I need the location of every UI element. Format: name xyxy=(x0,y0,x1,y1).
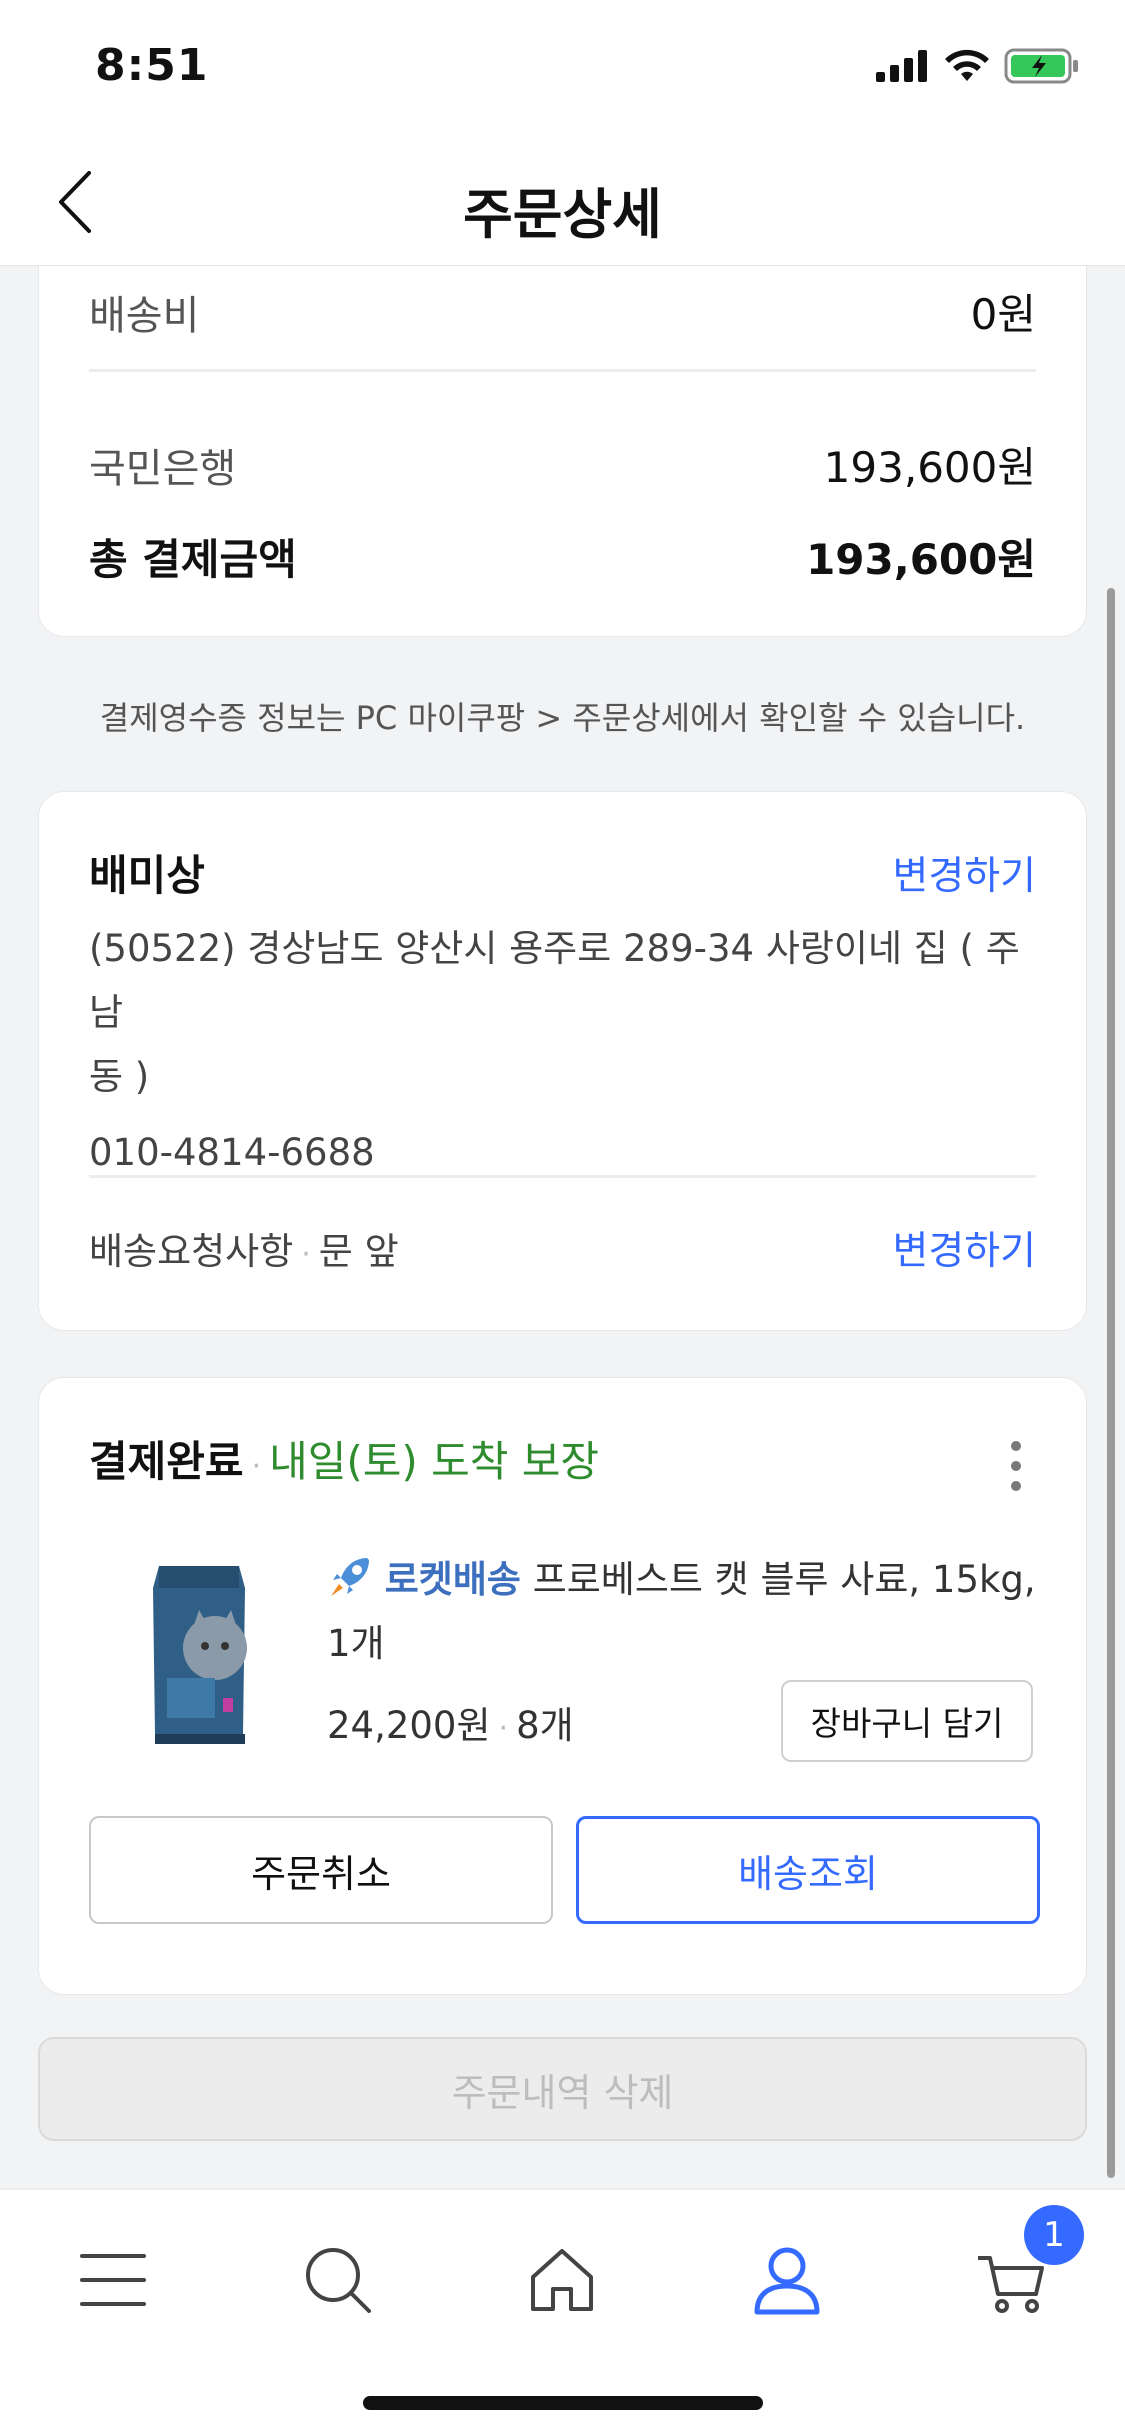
scrollbar[interactable] xyxy=(1107,588,1115,2178)
status-icons xyxy=(876,48,1080,84)
product-qty-line: 1개 xyxy=(327,1622,385,1665)
more-options-button[interactable] xyxy=(1006,1436,1026,1496)
product-image[interactable] xyxy=(119,1558,279,1758)
tab-my-account[interactable] xyxy=(737,2230,837,2330)
address-card: 배미상 변경하기 (50522) 경상남도 양산시 용주로 289-34 사랑이… xyxy=(38,791,1087,1331)
total-row: 총 결제금액 193,600원 xyxy=(89,526,1036,587)
signal-icon xyxy=(876,50,927,82)
receipt-note: 결제영수증 정보는 PC 마이쿠팡 > 주문상세에서 확인할 수 있습니다. xyxy=(99,699,1026,737)
dot-separator: · xyxy=(498,1711,509,1746)
shipping-value: 0원 xyxy=(970,290,1036,339)
address-block: (50522) 경상남도 양산시 용주로 289-34 사랑이네 집 ( 주남 … xyxy=(89,917,1036,1185)
divider xyxy=(89,369,1036,372)
order-status-line: 결제완료 · 내일(토) 도착 보장 xyxy=(89,1428,599,1489)
delivery-request-row: 배송요청사항 · 문 앞 변경하기 xyxy=(89,1220,1036,1276)
track-delivery-button[interactable]: 배송조회 xyxy=(576,1816,1040,1924)
change-address-link[interactable]: 변경하기 xyxy=(892,845,1036,901)
home-icon xyxy=(531,2249,593,2311)
product-title[interactable]: 로켓배송 프로베스트 캣 블루 사료, 15kg, 1개 xyxy=(327,1548,1036,1676)
search-icon xyxy=(306,2248,371,2313)
status-time: 8:51 xyxy=(95,40,209,91)
divider xyxy=(89,1175,1036,1178)
delivery-request-value: 문 앞 xyxy=(318,1230,399,1273)
page-title: 주문상세 xyxy=(463,183,662,246)
total-label: 총 결제금액 xyxy=(89,535,297,584)
price-line: 24,200원 · 8개 xyxy=(327,1695,574,1749)
more-vertical-icon xyxy=(1011,1441,1021,1491)
rocket-delivery-label: 로켓배송 xyxy=(384,1558,521,1601)
user-icon xyxy=(754,2247,820,2315)
product-price: 24,200원 xyxy=(327,1704,491,1747)
rocket-icon xyxy=(331,1558,369,1596)
order-card: 결제완료 · 내일(토) 도착 보장 로켓배송 프로베스트 캣 블루 사료, 1… xyxy=(38,1377,1087,1995)
nav-bar: 주문상세 xyxy=(0,140,1125,265)
product-name: 프로베스트 캣 블루 사료, 15kg, xyxy=(532,1558,1036,1601)
bank-label: 국민은행 xyxy=(89,445,237,492)
delivery-promise: 내일(토) 도착 보장 xyxy=(269,1437,600,1486)
cancel-order-button[interactable]: 주문취소 xyxy=(89,1816,553,1924)
delete-order-button[interactable]: 주문내역 삭제 xyxy=(38,2037,1087,2141)
address-header: 배미상 변경하기 xyxy=(89,842,1036,903)
dot-separator: · xyxy=(301,1237,311,1272)
status-bar: 8:51 xyxy=(0,0,1125,140)
change-request-link[interactable]: 변경하기 xyxy=(892,1220,1036,1276)
shipping-label: 배송비 xyxy=(89,292,200,339)
wifi-icon xyxy=(945,49,989,81)
delivery-request: 배송요청사항 · 문 앞 xyxy=(89,1221,399,1275)
delivery-request-label: 배송요청사항 xyxy=(89,1230,294,1273)
address-line-1: (50522) 경상남도 양산시 용주로 289-34 사랑이네 집 ( 주남 xyxy=(89,927,1020,1034)
recipient-name: 배미상 xyxy=(89,851,205,900)
product-count: 8개 xyxy=(516,1704,574,1747)
tab-menu[interactable] xyxy=(63,2230,163,2330)
payment-card: 배송비 0원 국민은행 193,600원 총 결제금액 193,600원 xyxy=(38,205,1087,637)
tab-search[interactable] xyxy=(288,2230,388,2330)
dot-separator: · xyxy=(251,1449,262,1484)
total-value: 193,600원 xyxy=(806,535,1036,584)
shipping-row: 배송비 0원 xyxy=(89,281,1036,342)
bank-value: 193,600원 xyxy=(823,443,1036,492)
order-status: 결제완료 xyxy=(89,1437,244,1486)
home-indicator xyxy=(363,2396,763,2410)
cart-badge: 1 xyxy=(1024,2205,1084,2265)
menu-icon xyxy=(80,2254,146,2306)
battery-icon xyxy=(1004,48,1078,84)
add-to-cart-button[interactable]: 장바구니 담기 xyxy=(781,1680,1033,1762)
cat-food-bag-icon xyxy=(153,1566,247,1744)
address-line-2: 동 ) xyxy=(89,1055,150,1098)
tab-home[interactable] xyxy=(512,2230,612,2330)
bank-row: 국민은행 193,600원 xyxy=(89,434,1036,495)
